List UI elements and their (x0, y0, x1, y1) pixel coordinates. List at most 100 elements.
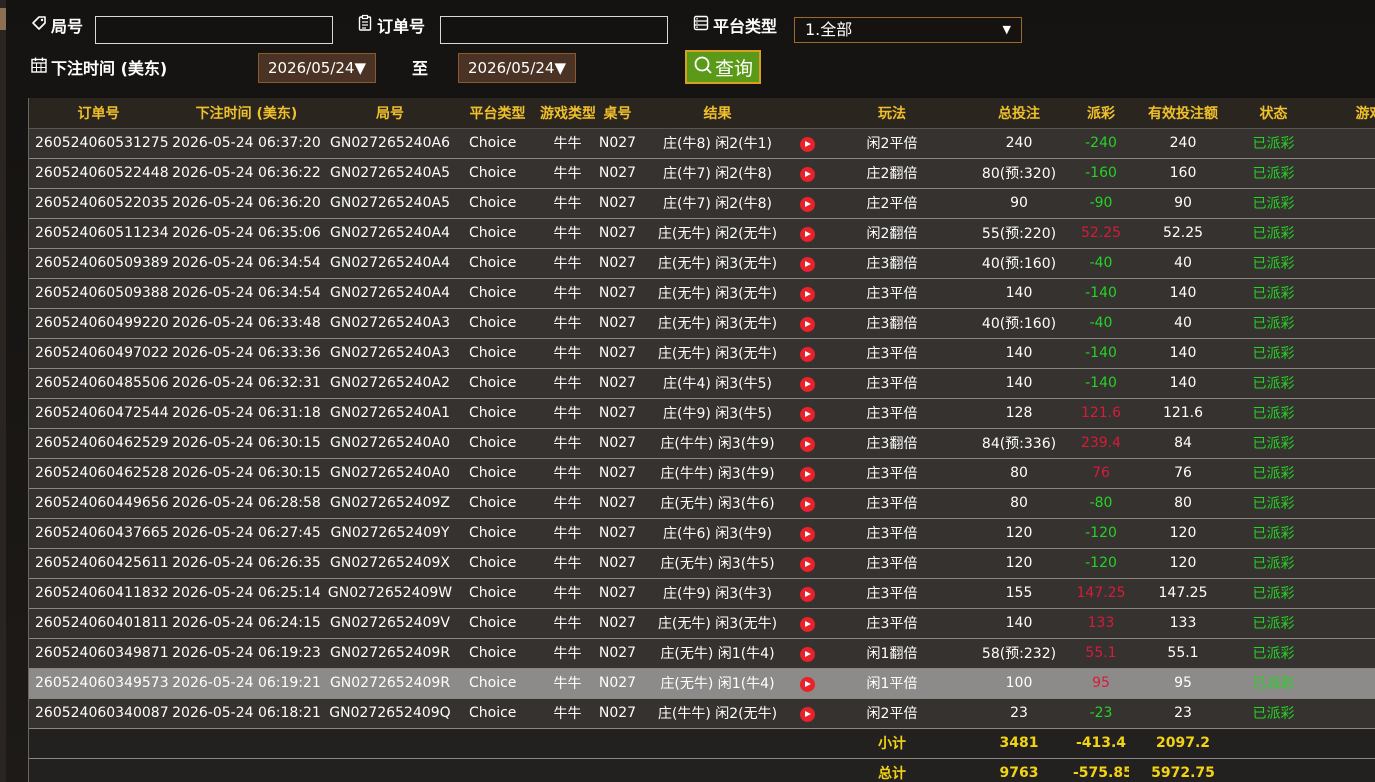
server-icon (692, 14, 710, 36)
bet-time-cell: 2026-05-24 06:30:15 (168, 458, 325, 489)
order-no-cell: 260524060462529 (29, 428, 168, 459)
play-icon[interactable] (799, 346, 815, 362)
valid-bet-cell: 84 (1129, 428, 1237, 459)
platform-cell: Choice (455, 128, 540, 159)
table-row[interactable]: 260524060499220 2026-05-24 06:33:48 GN0272… (29, 308, 1375, 339)
game-cell (1310, 368, 1375, 399)
table-row[interactable]: 260524060509388 2026-05-24 06:34:54 GN0272… (29, 278, 1375, 309)
round-no-cell: GN0272652409Z (325, 488, 455, 519)
play-icon[interactable] (799, 256, 815, 272)
subtotal-row-total-bet: 3481 (965, 728, 1073, 759)
table-row[interactable]: 260524060509389 2026-05-24 06:34:54 GN0272… (29, 248, 1375, 279)
valid-bet-cell: 140 (1129, 368, 1237, 399)
play-type-cell: 庄3平倍 (819, 488, 965, 519)
date-to-picker[interactable]: 2026/05/24▼ (458, 53, 576, 83)
query-button[interactable]: 查询 (685, 50, 761, 84)
game-cell (1310, 458, 1375, 489)
play-icon[interactable] (799, 616, 815, 632)
platform-cell: Choice (455, 248, 540, 279)
table-no-cell: N027 (595, 278, 640, 309)
table-row[interactable]: 260524060425611 2026-05-24 06:26:35 GN0272… (29, 548, 1375, 579)
table-row[interactable]: 260524060485506 2026-05-24 06:32:31 GN0272… (29, 368, 1375, 399)
table-no-cell: N027 (595, 668, 640, 699)
empty-cell (168, 758, 325, 782)
total-bet-cell: 140 (965, 368, 1073, 399)
total-row-valid-bet: 5972.75 (1129, 758, 1237, 782)
table-row[interactable]: 260524060462528 2026-05-24 06:30:15 GN0272… (29, 458, 1375, 489)
table-row[interactable]: 260524060522035 2026-05-24 06:36:20 GN0272… (29, 188, 1375, 219)
result-cell: 庄(无牛) 闲3(无牛) (640, 308, 795, 339)
play-icon[interactable] (799, 226, 815, 242)
table-row[interactable]: 260524060472544 2026-05-24 06:31:18 GN0272… (29, 398, 1375, 429)
status-cell: 已派彩 (1237, 608, 1310, 639)
table-row[interactable]: 260524060401811 2026-05-24 06:24:15 GN0272… (29, 608, 1375, 639)
empty-cell (325, 758, 455, 782)
column-header-table-no: 桌号 (595, 98, 640, 129)
payout-cell: 147.25 (1073, 578, 1129, 609)
game-cell (1310, 638, 1375, 669)
play-icon[interactable] (799, 316, 815, 332)
order-no-input[interactable] (440, 16, 668, 44)
play-type-cell: 庄3平倍 (819, 278, 965, 309)
table-row[interactable]: 260524060511234 2026-05-24 06:35:06 GN0272… (29, 218, 1375, 249)
play-icon[interactable] (799, 136, 815, 152)
order-no-cell: 260524060511234 (29, 218, 168, 249)
total-bet-cell: 155 (965, 578, 1073, 609)
play-icon[interactable] (799, 646, 815, 662)
chevron-down-icon: ▼ (1002, 23, 1011, 36)
play-icon[interactable] (799, 556, 815, 572)
result-cell: 庄(牛7) 闲2(牛8) (640, 188, 795, 219)
platform-select[interactable]: 1.全部 ▼ (794, 17, 1022, 43)
status-cell: 已派彩 (1237, 698, 1310, 729)
valid-bet-cell: 140 (1129, 278, 1237, 309)
play-icon[interactable] (799, 166, 815, 182)
play-icon[interactable] (799, 706, 815, 722)
table-row[interactable]: 260524060437665 2026-05-24 06:27:45 GN0272… (29, 518, 1375, 549)
table-row[interactable]: 260524060340087 2026-05-24 06:18:21 GN0272… (29, 698, 1375, 729)
play-icon[interactable] (799, 676, 815, 692)
play-type-cell: 庄3平倍 (819, 338, 965, 369)
payout-cell: -240 (1073, 128, 1129, 159)
play-icon[interactable] (799, 436, 815, 452)
round-no-cell: GN0272652409R (325, 668, 455, 699)
play-icon[interactable] (799, 286, 815, 302)
table-row[interactable]: 260524060449656 2026-05-24 06:28:58 GN0272… (29, 488, 1375, 519)
play-icon[interactable] (799, 586, 815, 602)
play-icon[interactable] (799, 466, 815, 482)
table-row[interactable]: 260524060531275 2026-05-24 06:37:20 GN0272… (29, 128, 1375, 159)
bet-time-cell: 2026-05-24 06:19:23 (168, 638, 325, 669)
replay-cell (795, 488, 819, 519)
play-icon[interactable] (799, 196, 815, 212)
bet-time-cell: 2026-05-24 06:37:20 (168, 128, 325, 159)
table-row[interactable]: 260524060411832 2026-05-24 06:25:14 GN0272… (29, 578, 1375, 609)
status-cell: 已派彩 (1237, 428, 1310, 459)
table-row[interactable]: 260524060522448 2026-05-24 06:36:22 GN0272… (29, 158, 1375, 189)
table-no-cell: N027 (595, 218, 640, 249)
round-no-input[interactable] (95, 16, 333, 44)
valid-bet-cell: 140 (1129, 338, 1237, 369)
table-row[interactable]: 260524060497022 2026-05-24 06:33:36 GN0272… (29, 338, 1375, 369)
payout-cell: -90 (1073, 188, 1129, 219)
round-no-cell: GN0272652409Y (325, 518, 455, 549)
column-header-payout: 派彩 (1073, 98, 1129, 129)
table-no-cell: N027 (595, 128, 640, 159)
play-icon[interactable] (799, 496, 815, 512)
play-type-cell: 庄2翻倍 (819, 158, 965, 189)
bet-time-cell: 2026-05-24 06:36:22 (168, 158, 325, 189)
date-from-picker[interactable]: 2026/05/24▼ (258, 53, 376, 83)
valid-bet-cell: 80 (1129, 488, 1237, 519)
table-row[interactable]: 260524060462529 2026-05-24 06:30:15 GN0272… (29, 428, 1375, 459)
table-row[interactable]: 260524060349871 2026-05-24 06:19:23 GN0272… (29, 638, 1375, 669)
empty-cell (795, 728, 819, 759)
game-cell (1310, 128, 1375, 159)
table-row[interactable]: 260524060349573 2026-05-24 06:19:21 GN0272… (29, 668, 1375, 699)
play-icon[interactable] (799, 376, 815, 392)
result-cell: 庄(牛7) 闲2(牛8) (640, 158, 795, 189)
valid-bet-cell: 240 (1129, 128, 1237, 159)
result-cell: 庄(无牛) 闲3(牛6) (640, 488, 795, 519)
payout-cell: -140 (1073, 368, 1129, 399)
play-icon[interactable] (799, 406, 815, 422)
play-icon[interactable] (799, 526, 815, 542)
bet-time-cell: 2026-05-24 06:34:54 (168, 248, 325, 279)
status-cell: 已派彩 (1237, 338, 1310, 369)
